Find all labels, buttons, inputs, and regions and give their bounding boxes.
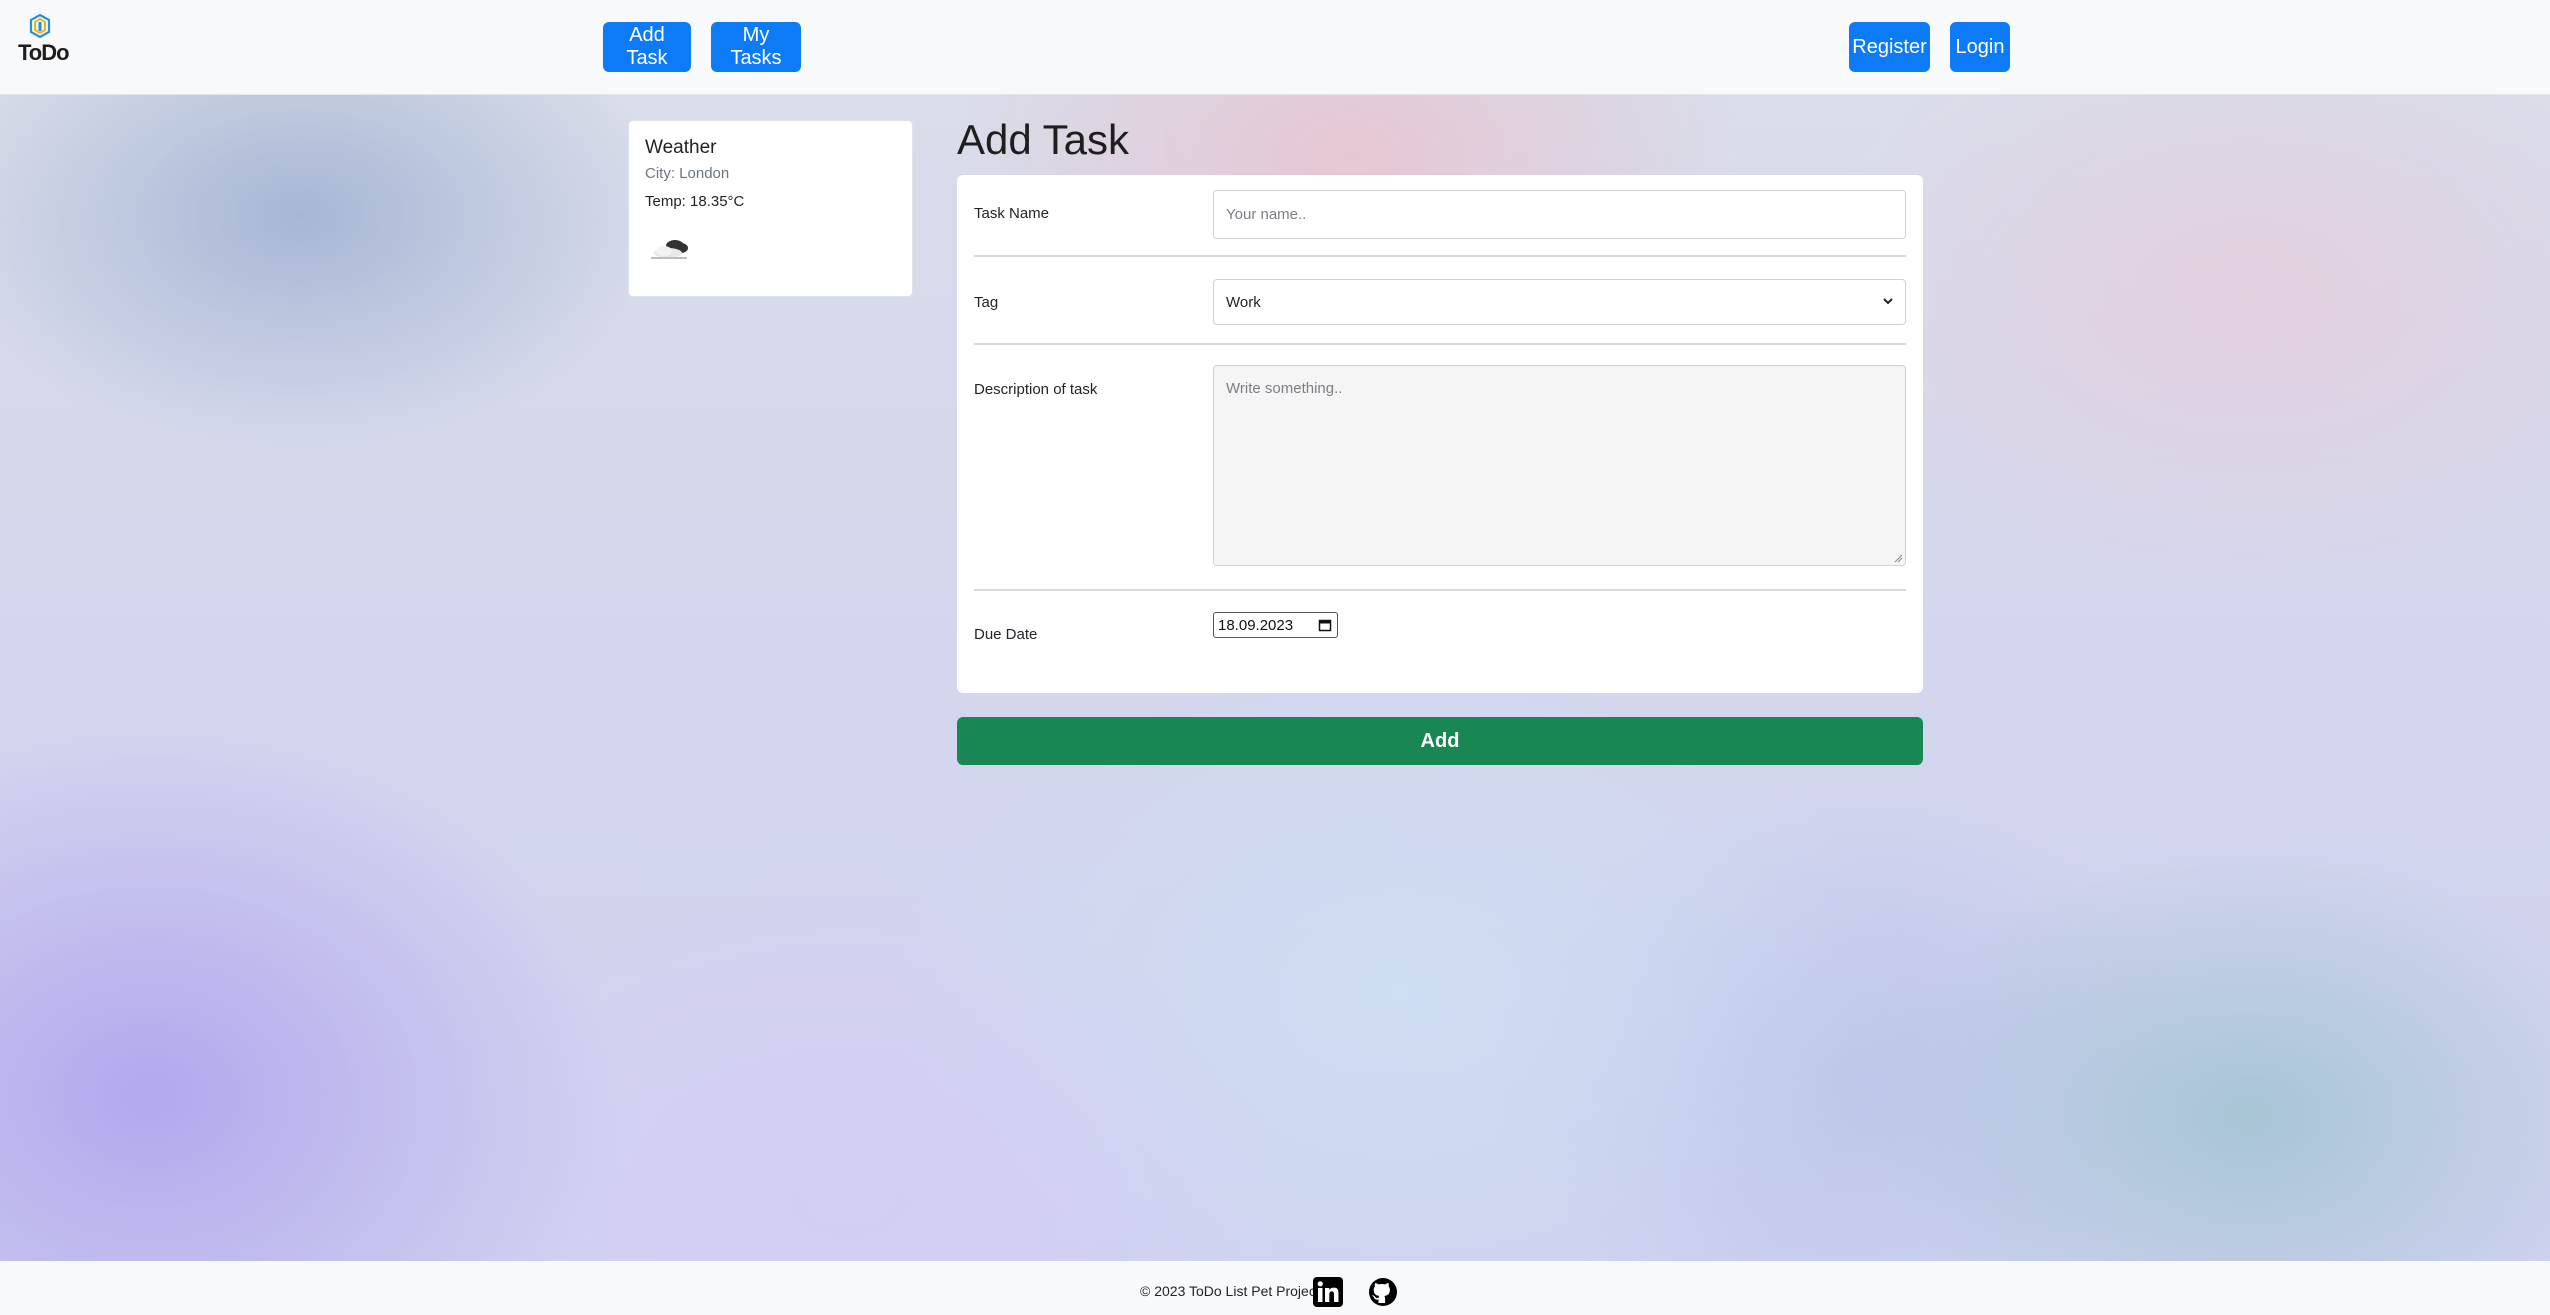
logo-mark-icon xyxy=(29,14,51,38)
description-placeholder: Write something.. xyxy=(1226,380,1343,397)
calendar-icon[interactable] xyxy=(1318,618,1332,632)
add-task-submit-button[interactable]: Add xyxy=(957,717,1923,765)
register-button[interactable]: Register xyxy=(1849,22,1930,72)
copyright-text: © 2023 ToDo List Pet Project xyxy=(1140,1283,1320,1299)
logo[interactable]: ToDo xyxy=(18,14,70,66)
add-task-form: Task Name Tag Work Description of task W… xyxy=(957,175,1923,693)
page-title: Add Task xyxy=(957,116,1129,163)
weather-temp: Temp: 18.35°C xyxy=(645,193,745,210)
tag-label: Tag xyxy=(974,294,999,311)
divider xyxy=(974,255,1906,257)
description-label: Description of task xyxy=(974,381,1098,398)
resize-grip-icon[interactable] xyxy=(1893,553,1903,563)
weather-title: Weather xyxy=(645,137,717,158)
cloud-icon xyxy=(651,240,688,259)
footer: © 2023 ToDo List Pet Project xyxy=(0,1261,2550,1315)
chevron-down-icon xyxy=(1883,298,1893,305)
divider xyxy=(974,343,1906,345)
weather-city: City: London xyxy=(645,165,730,182)
my-tasks-nav-button[interactable]: My Tasks xyxy=(711,22,801,72)
logo-text: ToDo xyxy=(18,40,70,65)
due-date-input[interactable]: 18.09.2023 xyxy=(1213,612,1338,638)
add-task-nav-button[interactable]: Add Task xyxy=(603,22,691,72)
description-textarea[interactable]: Write something.. xyxy=(1213,365,1906,566)
tag-select-value: Work xyxy=(1226,293,1261,311)
due-date-label: Due Date xyxy=(974,626,1038,643)
divider xyxy=(974,589,1906,591)
task-name-label: Task Name xyxy=(974,205,1050,222)
tag-select[interactable]: Work xyxy=(1213,279,1906,325)
github-icon[interactable] xyxy=(1368,1277,1398,1307)
login-button[interactable]: Login xyxy=(1950,22,2010,72)
linkedin-icon[interactable] xyxy=(1313,1277,1343,1307)
task-name-input[interactable] xyxy=(1213,190,1906,239)
header: ToDo Add Task My Tasks Register Login xyxy=(0,0,2550,95)
due-date-value: 18.09.2023 xyxy=(1218,616,1294,634)
weather-card: Weather City: London Temp: 18.35°C xyxy=(628,120,913,297)
